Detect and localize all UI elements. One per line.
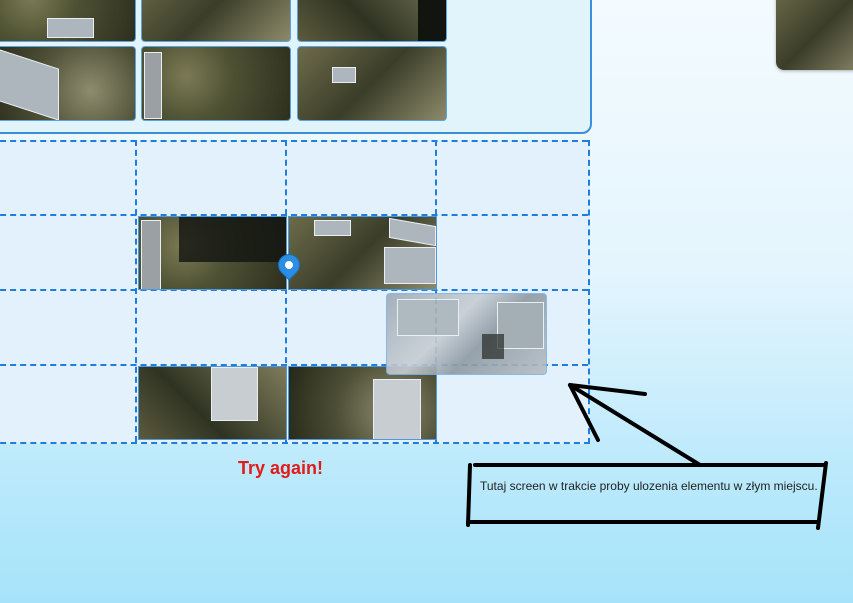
- annotation-drawing: [466, 383, 828, 530]
- annotation-box-edge: [466, 463, 472, 527]
- annotation-note: Tutaj screen w trakcie proby ulozenia el…: [480, 479, 818, 493]
- annotation-box-edge: [816, 461, 828, 530]
